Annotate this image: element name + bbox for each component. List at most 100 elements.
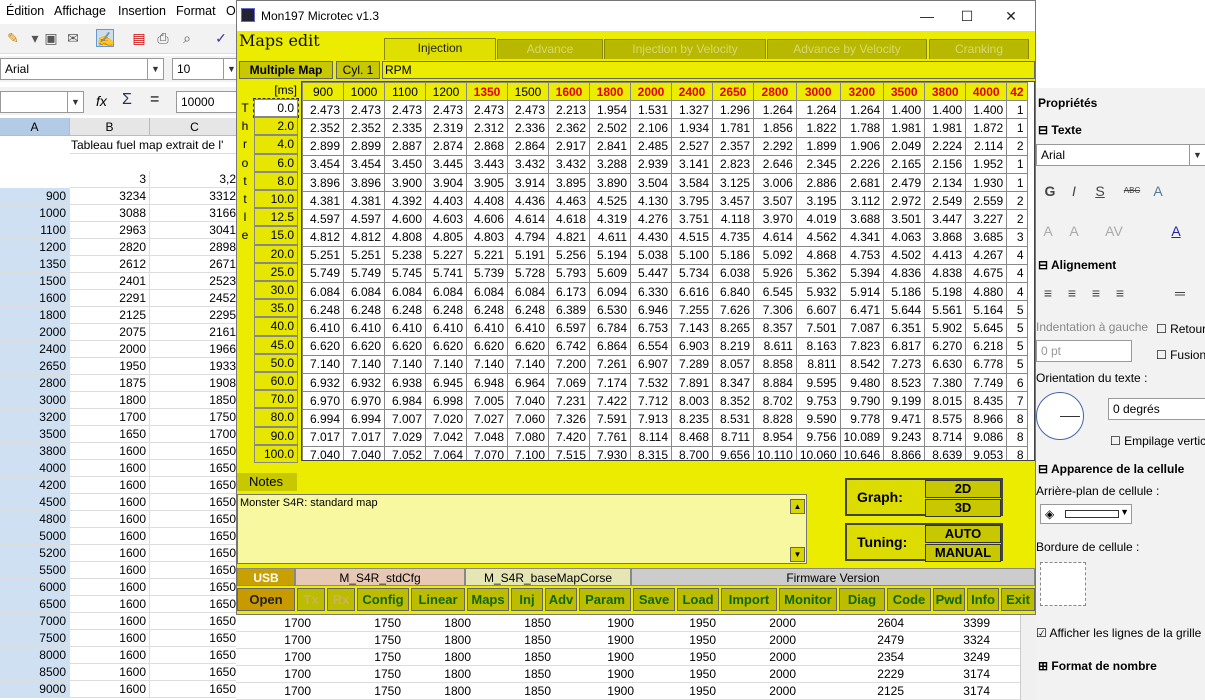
- map-cell[interactable]: 7.515: [548, 445, 590, 460]
- map-cell[interactable]: 2.226: [839, 154, 885, 174]
- map-cell[interactable]: 3: [1006, 227, 1028, 247]
- map-cell[interactable]: 3.006: [753, 172, 797, 193]
- map-cell[interactable]: 4.019: [795, 209, 841, 229]
- indent-input[interactable]: 0 pt: [1036, 340, 1132, 362]
- map-cell[interactable]: 6.471: [839, 300, 885, 320]
- map-cell[interactable]: 5.793: [548, 263, 590, 284]
- border-style-picker[interactable]: [1040, 562, 1086, 606]
- row-value-c[interactable]: 1650: [150, 511, 240, 528]
- map-cell[interactable]: 8: [1006, 445, 1028, 460]
- map-cell[interactable]: 1.788: [839, 118, 885, 138]
- map-cell[interactable]: 1.952: [965, 154, 1008, 174]
- map-cell[interactable]: 6.038: [712, 263, 754, 284]
- map-cell[interactable]: 6.984: [384, 391, 426, 411]
- map-cell[interactable]: 4.436: [507, 191, 549, 211]
- map-cell[interactable]: 4.614: [507, 209, 549, 229]
- map-cell[interactable]: 5.447: [630, 263, 672, 284]
- toolbar-button-exit[interactable]: Exit: [1001, 588, 1035, 611]
- map-cell[interactable]: 2.473: [507, 100, 549, 120]
- map-cell[interactable]: 3.443: [466, 154, 508, 174]
- row-value-b[interactable]: 2820: [70, 239, 150, 256]
- minimize-icon[interactable]: —: [905, 5, 949, 27]
- row-value-c[interactable]: 3041: [150, 222, 240, 239]
- map-cell[interactable]: 3.970: [753, 209, 797, 229]
- row-value-c[interactable]: 1650: [150, 545, 240, 562]
- map-cell[interactable]: 1.327: [671, 100, 713, 120]
- map-cell[interactable]: 6.173: [548, 282, 590, 302]
- section-apparence[interactable]: ⊟ Apparence de la cellule: [1038, 462, 1184, 476]
- row-value-b[interactable]: 1600: [70, 647, 150, 664]
- map-cell[interactable]: 8.347: [712, 372, 754, 393]
- map-cell[interactable]: 8.523: [883, 372, 926, 393]
- row-value-a[interactable]: 4500: [0, 494, 70, 511]
- map-cell[interactable]: 1.781: [712, 118, 754, 138]
- map-cell[interactable]: 5.645: [965, 318, 1008, 338]
- map-cell[interactable]: 2: [1006, 191, 1028, 211]
- bottom-cell[interactable]: 1850: [511, 649, 551, 666]
- map-cell[interactable]: 4.812: [302, 227, 344, 247]
- map-cell[interactable]: 9.595: [795, 372, 841, 393]
- throttle-row-label[interactable]: 30.0: [254, 281, 298, 300]
- toolbar-button-open[interactable]: Open: [237, 588, 295, 611]
- row-value-b[interactable]: 1600: [70, 596, 150, 613]
- row-value-a[interactable]: 9000: [0, 681, 70, 698]
- chevron-down-icon[interactable]: ▼: [1189, 145, 1205, 165]
- map-cell[interactable]: 5.198: [924, 282, 967, 302]
- spacing-icon[interactable]: AV: [1104, 220, 1124, 240]
- row-value-c[interactable]: 3312: [150, 188, 240, 205]
- map-cell[interactable]: 6.616: [671, 282, 713, 302]
- align-justify-icon[interactable]: ≡: [1110, 282, 1130, 302]
- sheet-title-cell[interactable]: Tableau fuel map extrait de l': [70, 137, 240, 154]
- row-value-a[interactable]: 5200: [0, 545, 70, 562]
- map-cell[interactable]: 3.112: [839, 191, 885, 211]
- section-format[interactable]: ⊞ Format de nombre: [1038, 659, 1157, 673]
- map-cell[interactable]: 2.345: [795, 154, 841, 174]
- map-cell[interactable]: 3.751: [671, 209, 713, 229]
- map-cell[interactable]: 7.070: [466, 445, 508, 460]
- map-cell[interactable]: 5.741: [425, 263, 467, 284]
- map-cell[interactable]: 6.620: [507, 336, 549, 356]
- row-value-b[interactable]: 1650: [70, 426, 150, 443]
- column-header-c[interactable]: C: [150, 118, 240, 136]
- bottom-cell[interactable]: 2479: [864, 632, 904, 649]
- map-cell[interactable]: 2.352: [343, 118, 385, 138]
- map-cell[interactable]: 4.735: [712, 227, 754, 247]
- map-cell[interactable]: 7.174: [589, 372, 631, 393]
- bottom-cell[interactable]: 3324: [950, 632, 990, 649]
- map-cell[interactable]: 5.251: [302, 245, 344, 265]
- map-cell[interactable]: 6.084: [302, 282, 344, 302]
- map-cell[interactable]: 3.454: [343, 154, 385, 174]
- bottom-cell[interactable]: 3249: [950, 649, 990, 666]
- map-cell[interactable]: 7.027: [466, 409, 508, 429]
- map-cell[interactable]: 3.895: [548, 172, 590, 193]
- map-cell[interactable]: 4.753: [839, 245, 885, 265]
- map-cell[interactable]: 7.289: [671, 354, 713, 375]
- row-value-b[interactable]: 1600: [70, 477, 150, 494]
- map-cell[interactable]: 2.939: [630, 154, 672, 174]
- map-cell[interactable]: 4.130: [630, 191, 672, 211]
- tab-3[interactable]: Advance by Velocity: [767, 39, 927, 59]
- map-cell[interactable]: 2.549: [924, 191, 967, 211]
- map-cell[interactable]: 3.457: [712, 191, 754, 211]
- map-cell[interactable]: 5.164: [965, 300, 1008, 320]
- map-cell[interactable]: 6.994: [343, 409, 385, 429]
- map-cell[interactable]: 2.352: [302, 118, 344, 138]
- bottom-cell[interactable]: 2000: [756, 632, 796, 649]
- map-cell[interactable]: 6.530: [589, 300, 631, 320]
- bottom-cell[interactable]: 2604: [864, 615, 904, 632]
- toolbar-button-load[interactable]: Load: [677, 588, 719, 611]
- bottom-cell[interactable]: 1900: [594, 615, 634, 632]
- map-cell[interactable]: 6.620: [466, 336, 508, 356]
- toolbar-button-param[interactable]: Param: [579, 588, 631, 611]
- row-value-b[interactable]: 2000: [70, 341, 150, 358]
- row-value-c[interactable]: 1650: [150, 681, 240, 698]
- row-value-a[interactable]: 2650: [0, 358, 70, 375]
- map-cell[interactable]: 3.507: [753, 191, 797, 211]
- map-cell[interactable]: 8.542: [839, 354, 885, 375]
- row-value-a[interactable]: 3800: [0, 443, 70, 460]
- map-cell[interactable]: 5.186: [883, 282, 926, 302]
- row-value-b[interactable]: 2125: [70, 307, 150, 324]
- throttle-row-label[interactable]: 0.0: [253, 97, 299, 119]
- map-cell[interactable]: 3.904: [425, 172, 467, 193]
- map-cell[interactable]: 8.435: [965, 391, 1008, 411]
